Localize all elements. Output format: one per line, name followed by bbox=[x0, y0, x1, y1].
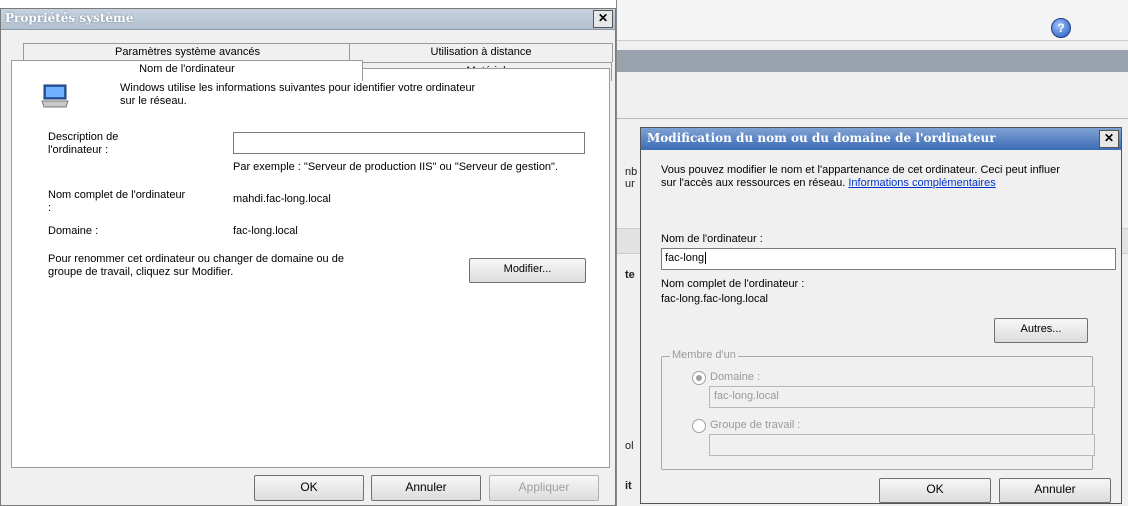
tab-computer-name[interactable]: Nom de l'ordinateur bbox=[11, 60, 363, 81]
title-bar: Propriétés système ✕ bbox=[1, 9, 615, 30]
dialog-title: Modification du nom ou du domaine de l'o… bbox=[647, 131, 996, 145]
background-text-fragment: ur bbox=[625, 178, 635, 190]
domain-value: fac-long.local bbox=[233, 225, 298, 237]
others-button[interactable]: Autres... bbox=[994, 318, 1088, 343]
domain-radio-label: Domaine : bbox=[710, 371, 761, 383]
modify-button[interactable]: Modifier... bbox=[469, 258, 586, 283]
intro-text: Vous pouvez modifier le nom et l'apparte… bbox=[661, 164, 1071, 190]
title-bar: Modification du nom ou du domaine de l'o… bbox=[641, 128, 1121, 150]
computer-name-label: Nom de l'ordinateur : bbox=[661, 233, 763, 245]
close-icon[interactable]: ✕ bbox=[1099, 130, 1119, 148]
full-name-label: Nom complet de l'ordinateur : bbox=[661, 278, 805, 290]
background-text-fragment: nb bbox=[625, 166, 638, 178]
background-divider bbox=[617, 118, 1128, 119]
tab-remote[interactable]: Utilisation à distance bbox=[349, 43, 613, 62]
workgroup-radio-label: Groupe de travail : bbox=[710, 419, 801, 431]
member-of-label: Membre d'un bbox=[670, 349, 738, 361]
background-header-bar bbox=[617, 50, 1128, 72]
domain-field[interactable]: fac-long.local bbox=[709, 386, 1095, 408]
rename-instructions: Pour renommer cet ordinateur ou changer … bbox=[48, 253, 344, 278]
computer-name-value: fac-long bbox=[665, 252, 705, 264]
ok-button[interactable]: OK bbox=[254, 475, 364, 501]
full-name-label: Nom complet de l'ordinateur : bbox=[48, 189, 186, 214]
full-name-value: mahdi.fac-long.local bbox=[233, 193, 331, 205]
description-label: Description de l'ordinateur : bbox=[48, 131, 119, 156]
close-icon[interactable]: ✕ bbox=[593, 10, 613, 28]
computer-name-panel: Windows utilise les informations suivant… bbox=[11, 68, 610, 468]
intro-text: Windows utilise les informations suivant… bbox=[120, 82, 476, 107]
cancel-button[interactable]: Annuler bbox=[999, 478, 1111, 503]
domain-radio[interactable] bbox=[692, 371, 706, 385]
ok-button[interactable]: OK bbox=[879, 478, 991, 503]
domain-label: Domaine : bbox=[48, 225, 99, 237]
workgroup-radio[interactable] bbox=[692, 419, 706, 433]
member-of-group: Membre d'un Domaine : fac-long.local Gro… bbox=[661, 349, 1095, 470]
background-text-fragment: ol bbox=[625, 440, 634, 452]
help-icon[interactable]: ? bbox=[1051, 18, 1071, 38]
description-field[interactable] bbox=[233, 132, 585, 154]
workgroup-field[interactable] bbox=[709, 434, 1095, 456]
dialog-title: Propriétés système bbox=[5, 11, 134, 25]
rename-computer-dialog: Modification du nom ou du domaine de l'o… bbox=[640, 127, 1122, 504]
example-text: Par exemple : "Serveur de production IIS… bbox=[233, 161, 559, 173]
computer-icon bbox=[40, 83, 70, 109]
apply-button[interactable]: Appliquer bbox=[489, 475, 599, 501]
computer-name-input[interactable]: fac-long bbox=[661, 248, 1116, 270]
background-toolbar bbox=[617, 0, 1128, 41]
background-text-fragment: it bbox=[625, 480, 632, 492]
background-text-fragment: te bbox=[625, 269, 635, 281]
cancel-button[interactable]: Annuler bbox=[371, 475, 481, 501]
text-cursor bbox=[705, 252, 707, 264]
system-properties-dialog: Propriétés système ✕ Paramètres système … bbox=[0, 8, 616, 506]
full-name-value: fac-long.fac-long.local bbox=[661, 293, 769, 305]
more-info-link[interactable]: Informations complémentaires bbox=[848, 177, 995, 189]
